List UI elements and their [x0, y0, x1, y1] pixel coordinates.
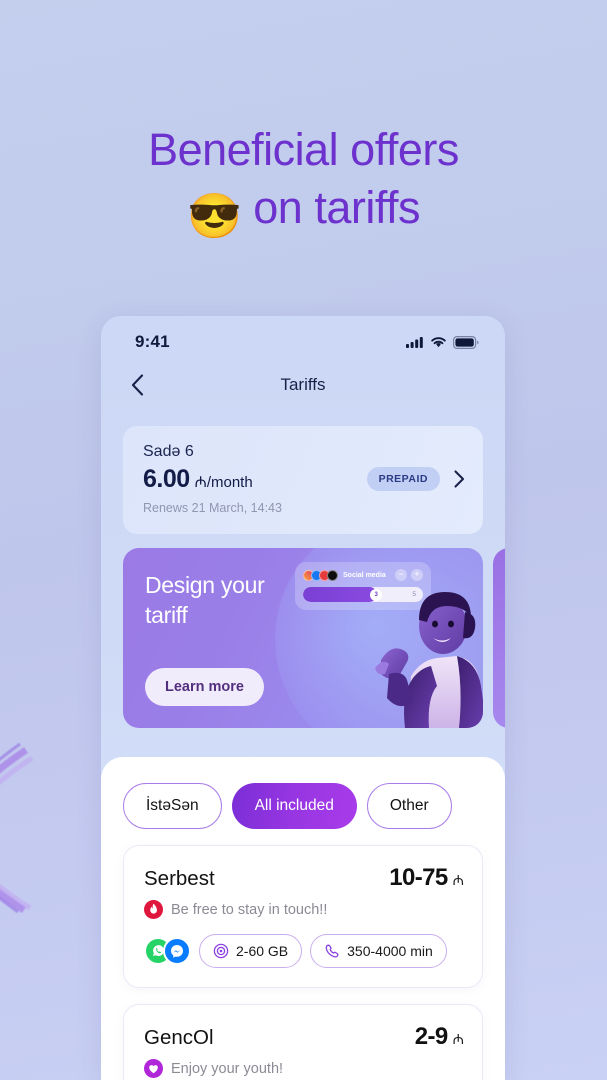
promo-card-next-peek[interactable] — [493, 548, 505, 728]
wifi-icon — [431, 337, 446, 348]
chevron-right-icon[interactable] — [454, 470, 465, 488]
tariff-price-wrap: 2-9 ₼ — [415, 1023, 464, 1051]
hero-heading: Beneficial offers 😎 on tariffs — [0, 124, 607, 239]
learn-more-button[interactable]: Learn more — [145, 668, 264, 706]
decorative-ribbon — [0, 742, 34, 914]
tariff-price: 2-9 — [414, 1023, 448, 1050]
tariff-name: Serbest — [144, 867, 215, 890]
status-bar: 9:41 — [101, 316, 505, 360]
current-plan-card[interactable]: Sadə 6 6.00 ₼/month Renews 21 March, 14:… — [123, 426, 483, 534]
tariff-data-pill: 2-60 GB — [199, 934, 303, 968]
tariff-card-serbest[interactable]: Serbest 10-75 ₼ Be free to stay in touch… — [123, 845, 483, 988]
tariff-tagline: Enjoy your youth! — [171, 1060, 284, 1077]
tariff-price-wrap: 10-75 ₼ — [389, 864, 464, 892]
tariff-currency: ₼ — [452, 1031, 464, 1047]
flame-icon — [144, 900, 163, 919]
tariff-price: 10-75 — [389, 864, 448, 891]
hero-line-1: Beneficial offers — [148, 124, 459, 175]
current-plan-renews: Renews 21 March, 14:43 — [143, 501, 282, 515]
current-plan-price: 6.00 — [143, 465, 190, 493]
filter-chips: İstəSən All included Other — [123, 783, 483, 829]
battery-full-icon — [453, 335, 479, 349]
sunglasses-emoji-icon: 😎 — [186, 192, 242, 241]
promo-title: Design your tariff — [145, 572, 265, 628]
tariff-minutes-text: 350-4000 min — [347, 943, 433, 959]
messenger-icon — [163, 937, 191, 965]
status-time: 9:41 — [135, 332, 170, 351]
current-plan-period: ₼/month — [194, 474, 253, 491]
promo-carousel[interactable]: Design your tariff Social media − + 3 5 … — [123, 548, 505, 728]
page-title: Tariffs — [280, 375, 326, 394]
current-plan-price-row: 6.00 ₼/month — [143, 465, 282, 494]
tariff-tagline: Be free to stay in touch!! — [171, 901, 328, 918]
tariff-minutes-pill: 350-4000 min — [310, 934, 447, 968]
phone-mockup: 9:41 Tariffs Sadə 6 6.00 ₼/month Renews … — [101, 316, 505, 1080]
tiktok-icon — [327, 569, 338, 581]
tariff-features: 2-60 GB 350-4000 min — [144, 934, 464, 968]
status-icons — [406, 335, 479, 349]
filter-chip-other[interactable]: Other — [366, 783, 452, 829]
filter-chip-all-included[interactable]: All included — [231, 783, 357, 829]
current-plan-actions: PREPAID — [366, 467, 465, 491]
current-plan-name: Sadə 6 — [143, 443, 194, 460]
heart-icon — [144, 1059, 163, 1078]
promo-person-photo — [375, 592, 483, 728]
filter-chip-istesen[interactable]: İstəSən — [123, 783, 222, 829]
tariff-header: GencOl 2-9 ₼ — [144, 1023, 464, 1051]
tariff-card-gencol[interactable]: GencOl 2-9 ₼ Enjoy your youth! — [123, 1004, 483, 1080]
tariff-name: GencOl — [144, 1026, 214, 1049]
tariff-currency: ₼ — [452, 872, 464, 888]
hero-line-2: on tariffs — [253, 182, 421, 233]
tariff-app-icons — [144, 937, 191, 965]
nav-bar: Tariffs — [101, 360, 505, 410]
data-signal-icon — [213, 943, 229, 959]
tariff-header: Serbest 10-75 ₼ — [144, 864, 464, 892]
hero-line-2-wrap: 😎 on tariffs — [0, 182, 607, 239]
phone-icon — [325, 944, 339, 958]
tariffs-sheet: İstəSən All included Other Serbest 10-75… — [101, 757, 505, 1080]
tariff-tagline-row: Be free to stay in touch!! — [144, 900, 464, 919]
widget-app-icons — [303, 569, 338, 581]
tariff-tagline-row: Enjoy your youth! — [144, 1059, 464, 1078]
promo-card-design-your-tariff[interactable]: Design your tariff Social media − + 3 5 … — [123, 548, 483, 728]
tariff-data-text: 2-60 GB — [236, 943, 289, 959]
current-plan-info: Sadə 6 6.00 ₼/month Renews 21 March, 14:… — [143, 443, 282, 515]
status-badge: PREPAID — [366, 467, 440, 491]
cellular-bars-icon — [406, 337, 423, 348]
